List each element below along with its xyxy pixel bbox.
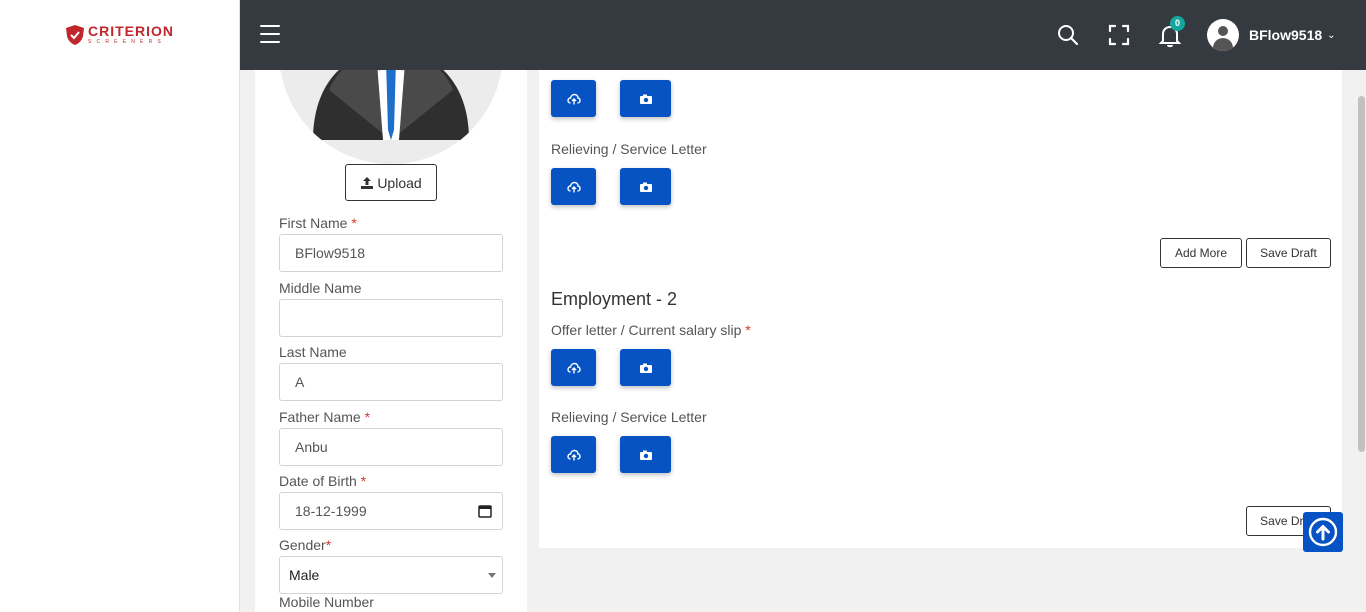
father-name-label: Father Name * [279, 409, 371, 425]
camera-capture-button[interactable] [620, 80, 671, 117]
save-draft-button[interactable]: Save Draft [1246, 238, 1331, 268]
cloud-upload-icon [566, 449, 581, 460]
dob-field[interactable]: 18-12-1999 [279, 492, 503, 530]
gender-label: Gender* [279, 537, 332, 553]
user-avatar-icon [1207, 19, 1239, 51]
upload-file-button[interactable] [551, 168, 596, 205]
brand-name: CRITERION [88, 23, 174, 39]
father-name-field[interactable]: Anbu [279, 428, 503, 466]
camera-capture-button[interactable] [620, 436, 671, 473]
last-name-field[interactable]: A [279, 363, 503, 401]
scrollbar-thumb[interactable] [1358, 96, 1365, 452]
username: BFlow9518 [1249, 27, 1323, 43]
profile-card: Upload First Name * BFlow9518 Middle Nam… [255, 0, 527, 612]
upload-label: Upload [377, 174, 422, 191]
camera-capture-button[interactable] [620, 349, 671, 386]
gender-select[interactable]: Male [279, 556, 503, 594]
relieving-letter-label: Relieving / Service Letter [551, 409, 707, 425]
upload-photo-button[interactable]: Upload [345, 164, 437, 201]
fullscreen-icon[interactable] [1106, 22, 1132, 48]
first-name-field[interactable]: BFlow9518 [279, 234, 503, 272]
employment-2-title: Employment - 2 [551, 289, 678, 309]
camera-icon [639, 450, 652, 460]
offer-letter-label: Offer letter / Current salary slip * [551, 322, 751, 338]
middle-name-field[interactable] [279, 299, 503, 337]
gender-value: Male [289, 567, 320, 583]
sidebar: CRITERION SCREENERS [0, 0, 240, 612]
menu-icon[interactable] [260, 25, 280, 43]
dob-label: Date of Birth * [279, 473, 367, 489]
middle-name-label: Middle Name [279, 280, 362, 296]
brand-logo[interactable]: CRITERION SCREENERS [66, 24, 174, 46]
dob-value: 18-12-1999 [295, 503, 367, 519]
back-to-top-button[interactable] [1303, 512, 1343, 552]
chevron-down-icon [488, 573, 496, 578]
top-navbar: 0 BFlow9518 ⌄ [240, 0, 1366, 70]
cloud-upload-icon [566, 362, 581, 373]
arrow-up-circle-icon [1308, 517, 1338, 547]
add-more-button[interactable]: Add More [1160, 238, 1242, 268]
camera-icon [639, 182, 652, 192]
cloud-upload-icon [566, 181, 581, 192]
upload-icon [361, 176, 374, 189]
user-menu[interactable]: BFlow9518 ⌄ [1207, 19, 1336, 51]
upload-file-button[interactable] [551, 349, 596, 386]
camera-icon [639, 94, 652, 104]
shield-icon [66, 25, 84, 45]
upload-file-button[interactable] [551, 80, 596, 117]
calendar-icon[interactable] [478, 504, 492, 518]
camera-capture-button[interactable] [620, 168, 671, 205]
mobile-label: Mobile Number [279, 594, 374, 610]
notification-badge: 0 [1170, 16, 1185, 31]
last-name-label: Last Name [279, 344, 347, 360]
first-name-label: First Name * [279, 215, 357, 231]
documents-card: Relieving / Service Letter Add More Save… [539, 0, 1342, 548]
brand-tagline: SCREENERS [88, 39, 166, 45]
relieving-letter-label: Relieving / Service Letter [551, 141, 707, 157]
camera-icon [639, 363, 652, 373]
chevron-down-icon: ⌄ [1327, 29, 1336, 41]
cloud-upload-icon [566, 93, 581, 104]
search-icon[interactable] [1055, 22, 1081, 48]
upload-file-button[interactable] [551, 436, 596, 473]
